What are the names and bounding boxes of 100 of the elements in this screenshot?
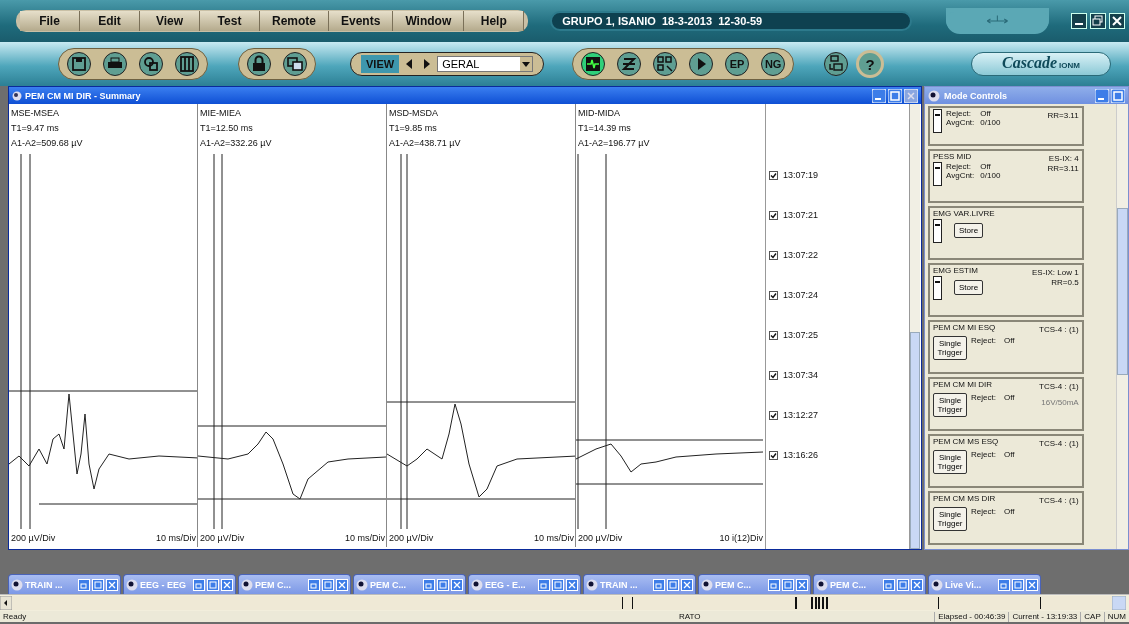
latency-label: T1=9.85 ms bbox=[389, 122, 438, 135]
menu-item[interactable]: Help bbox=[464, 11, 525, 31]
toggle-switch[interactable] bbox=[933, 109, 942, 133]
latency-label: T1=14.39 ms bbox=[578, 122, 632, 135]
play-icon[interactable] bbox=[689, 52, 714, 76]
event-time: 13:07:34 bbox=[783, 369, 819, 382]
scrollbar[interactable] bbox=[910, 104, 920, 549]
single-trigger-button[interactable]: Single Trigger bbox=[933, 393, 967, 417]
mode-button[interactable]: NG bbox=[761, 52, 786, 76]
menu-item[interactable]: Window bbox=[393, 11, 465, 31]
single-trigger-button[interactable]: Single Trigger bbox=[933, 507, 967, 531]
window-icon bbox=[931, 578, 943, 591]
horizontal-scale-label: 10 ms/Div bbox=[345, 532, 385, 545]
reject-value: Off bbox=[1003, 507, 1015, 516]
restore-icon[interactable] bbox=[1090, 13, 1106, 29]
horizontal-scale-label: 10 ms/Div bbox=[534, 532, 574, 545]
toggle-switch[interactable] bbox=[933, 162, 942, 186]
maximize-icon[interactable] bbox=[207, 578, 219, 591]
scrollbar[interactable] bbox=[1116, 104, 1128, 549]
menu-item[interactable]: Events bbox=[329, 11, 394, 31]
menu-item[interactable]: File bbox=[20, 11, 80, 31]
mode-name: PESS MID bbox=[933, 152, 973, 161]
menu-item[interactable]: Remote bbox=[260, 11, 329, 31]
reject-value: Off bbox=[980, 109, 992, 118]
waveform-icon[interactable] bbox=[581, 52, 606, 76]
average-count-label: AvgCnt: bbox=[946, 118, 975, 127]
mode-info: ES-IX: Low 1 bbox=[1031, 268, 1079, 277]
scroll-left-icon[interactable] bbox=[0, 596, 12, 610]
windows-icon[interactable] bbox=[283, 52, 307, 76]
mode-button[interactable]: EP bbox=[725, 52, 750, 76]
single-trigger-button[interactable]: Single Trigger bbox=[933, 450, 967, 474]
mode-name: EMG ESTIM bbox=[933, 266, 979, 275]
grid-icon[interactable] bbox=[653, 52, 678, 76]
maximize-icon[interactable] bbox=[1111, 88, 1125, 103]
move-handle-icon[interactable] bbox=[946, 8, 1049, 34]
store-button[interactable]: Store bbox=[954, 223, 984, 238]
copy-icon[interactable] bbox=[139, 52, 163, 76]
minimize-icon[interactable] bbox=[1071, 13, 1087, 29]
columns-icon[interactable] bbox=[175, 52, 199, 76]
mode-info: ES-IX: 4 bbox=[1048, 154, 1079, 163]
maximize-icon[interactable] bbox=[437, 578, 449, 591]
single-trigger-button[interactable]: Single Trigger bbox=[933, 336, 967, 360]
maximize-icon[interactable] bbox=[92, 578, 104, 591]
event-time: 13:07:25 bbox=[783, 329, 819, 342]
session-title: GRUPO 1, ISANIO 18-3-2013 12-30-59 bbox=[550, 11, 913, 31]
window-icon bbox=[928, 89, 940, 102]
event-checkbox[interactable] bbox=[769, 411, 778, 420]
vertical-scale-label: 200 µV/Div bbox=[578, 532, 623, 545]
printer-icon[interactable] bbox=[103, 52, 127, 76]
reject-value: Off bbox=[1003, 336, 1015, 345]
channel-name: MSD-MSDA bbox=[389, 107, 439, 120]
menu-item[interactable]: Edit bbox=[80, 11, 140, 31]
window-icon bbox=[471, 578, 483, 591]
help-button[interactable]: ? bbox=[856, 50, 885, 78]
close-icon[interactable] bbox=[1109, 13, 1125, 29]
window-title: Mode Controls bbox=[944, 90, 1007, 101]
store-button[interactable]: Store bbox=[954, 280, 984, 295]
event-checkbox[interactable] bbox=[769, 171, 778, 180]
current-time: Current - 13:19:33 bbox=[1008, 611, 1081, 622]
maximize-icon[interactable] bbox=[552, 578, 564, 591]
reject-value: Off bbox=[1003, 393, 1015, 402]
maximize-icon[interactable] bbox=[888, 88, 902, 103]
status-text: Ready bbox=[2, 611, 28, 622]
stimulus-setting: 16V/50mA bbox=[1041, 398, 1079, 407]
event-checkbox[interactable] bbox=[769, 211, 778, 220]
window-title: PEM CM MI DIR - Summary bbox=[25, 90, 141, 101]
save-icon[interactable] bbox=[67, 52, 91, 76]
elapsed-time: Elapsed - 00:46:39 bbox=[934, 611, 1009, 622]
event-checkbox[interactable] bbox=[769, 291, 778, 300]
mode-name: PEM CM MI ESQ bbox=[933, 323, 997, 332]
menu-item[interactable]: Test bbox=[200, 11, 260, 31]
caps-lock-indicator: CAP bbox=[1080, 611, 1104, 622]
event-checkbox[interactable] bbox=[769, 331, 778, 340]
maximize-icon[interactable] bbox=[322, 578, 334, 591]
maximize-icon[interactable] bbox=[1012, 578, 1024, 591]
num-lock-indicator: NUM bbox=[1103, 611, 1129, 622]
channel-name: MSE-MSEA bbox=[11, 107, 60, 120]
maximize-icon[interactable] bbox=[667, 578, 679, 591]
event-checkbox[interactable] bbox=[769, 451, 778, 460]
toggle-switch[interactable] bbox=[933, 219, 942, 243]
average-count-value: 0/100 bbox=[980, 171, 1001, 180]
event-time: 13:16:26 bbox=[783, 449, 819, 462]
reject-label: Reject: bbox=[971, 336, 996, 345]
mode-name: EMG VAR.LIVRE bbox=[933, 209, 996, 218]
window-icon bbox=[126, 578, 138, 591]
event-checkbox[interactable] bbox=[769, 251, 778, 260]
event-checkbox[interactable] bbox=[769, 371, 778, 380]
reject-label: Reject: bbox=[946, 162, 972, 171]
z-icon[interactable] bbox=[617, 52, 642, 76]
view-dropdown[interactable]: GERAL bbox=[437, 56, 534, 72]
toggle-switch[interactable] bbox=[933, 276, 942, 300]
mode-info: RR=3.11 bbox=[1047, 111, 1079, 120]
network-icon[interactable] bbox=[824, 52, 849, 76]
amplitude-label: A1-A2=509.68 µV bbox=[11, 137, 84, 150]
average-count-label: AvgCnt: bbox=[946, 171, 975, 180]
lock-icon[interactable] bbox=[247, 52, 271, 76]
maximize-icon[interactable] bbox=[897, 578, 909, 591]
maximize-icon[interactable] bbox=[782, 578, 794, 591]
menu-item[interactable]: View bbox=[140, 11, 200, 31]
view-button[interactable]: VIEW bbox=[361, 55, 400, 73]
